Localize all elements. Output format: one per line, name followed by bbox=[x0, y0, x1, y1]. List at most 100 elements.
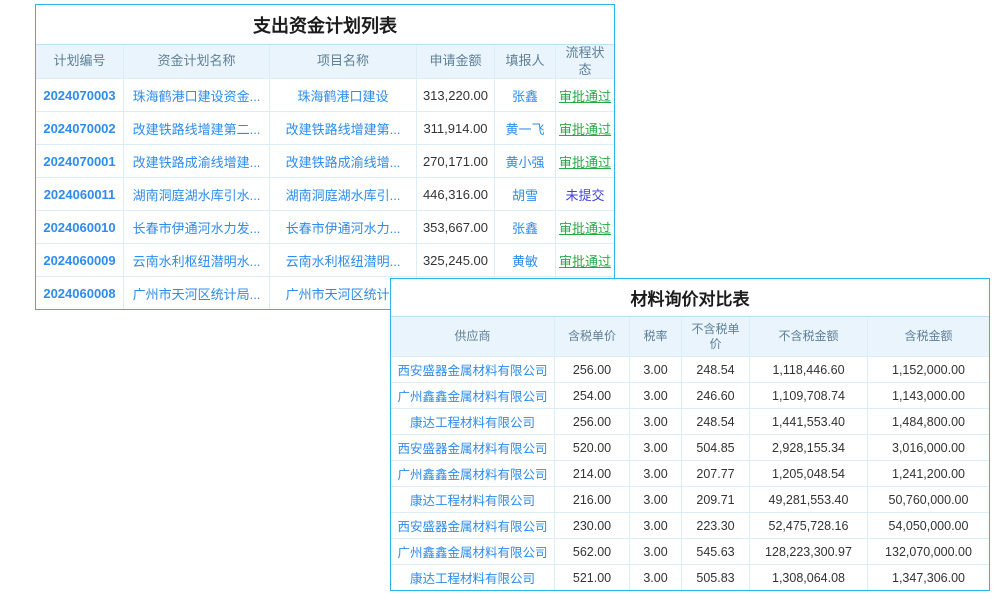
tax-rate: 3.00 bbox=[629, 434, 681, 460]
workflow-status[interactable]: 审批通过 bbox=[555, 210, 614, 243]
tax-excl-unit-price: 504.85 bbox=[681, 434, 749, 460]
plan-column-header: 流程状态 bbox=[555, 45, 614, 78]
request-amount: 270,171.00 bbox=[416, 144, 494, 177]
quote-column-header: 不含税单价 bbox=[681, 317, 749, 356]
tax-excl-amount: 52,475,728.16 bbox=[749, 512, 867, 538]
quote-column-header: 税率 bbox=[629, 317, 681, 356]
plan-id-link[interactable]: 2024060008 bbox=[36, 276, 123, 309]
tax-rate: 3.00 bbox=[629, 408, 681, 434]
tax-incl-amount: 50,760,000.00 bbox=[867, 486, 989, 512]
fund-plan-name[interactable]: 珠海鹤港口建设资金... bbox=[123, 78, 269, 111]
tax-excl-amount: 2,928,155.34 bbox=[749, 434, 867, 460]
project-name[interactable]: 改建铁路线增建第... bbox=[269, 111, 416, 144]
tax-excl-unit-price: 207.77 bbox=[681, 460, 749, 486]
reporter-name[interactable]: 黄小强 bbox=[494, 144, 555, 177]
supplier-name[interactable]: 康达工程材料有限公司 bbox=[391, 564, 554, 590]
tax-rate: 3.00 bbox=[629, 356, 681, 382]
fund-plan-name[interactable]: 广州市天河区统计局... bbox=[123, 276, 269, 309]
plan-column-header: 填报人 bbox=[494, 45, 555, 78]
tax-excl-unit-price: 248.54 bbox=[681, 408, 749, 434]
tax-excl-unit-price: 248.54 bbox=[681, 356, 749, 382]
supplier-name[interactable]: 广州鑫鑫金属材料有限公司 bbox=[391, 538, 554, 564]
tax-incl-amount: 132,070,000.00 bbox=[867, 538, 989, 564]
tax-incl-amount: 3,016,000.00 bbox=[867, 434, 989, 460]
quote-column-header: 不含税金额 bbox=[749, 317, 867, 356]
tax-excl-amount: 1,205,048.54 bbox=[749, 460, 867, 486]
supplier-name[interactable]: 广州鑫鑫金属材料有限公司 bbox=[391, 460, 554, 486]
plan-id-link[interactable]: 2024060010 bbox=[36, 210, 123, 243]
plan-id-link[interactable]: 2024060011 bbox=[36, 177, 123, 210]
tax-rate: 3.00 bbox=[629, 538, 681, 564]
reporter-name[interactable]: 胡雪 bbox=[494, 177, 555, 210]
project-name[interactable]: 长春市伊通河水力... bbox=[269, 210, 416, 243]
quote-column-header: 含税金额 bbox=[867, 317, 989, 356]
fund-plan-name[interactable]: 湖南洞庭湖水库引水... bbox=[123, 177, 269, 210]
plan-column-header: 计划编号 bbox=[36, 45, 123, 78]
tax-excl-unit-price: 209.71 bbox=[681, 486, 749, 512]
workflow-status[interactable]: 审批通过 bbox=[555, 111, 614, 144]
plan-id-link[interactable]: 2024060009 bbox=[36, 243, 123, 276]
tax-incl-amount: 1,152,000.00 bbox=[867, 356, 989, 382]
workflow-status[interactable]: 未提交 bbox=[555, 177, 614, 210]
quote-column-header: 含税单价 bbox=[554, 317, 629, 356]
tax-incl-unit-price: 520.00 bbox=[554, 434, 629, 460]
supplier-name[interactable]: 西安盛器金属材料有限公司 bbox=[391, 512, 554, 538]
supplier-name[interactable]: 康达工程材料有限公司 bbox=[391, 408, 554, 434]
material-inquiry-table-grid: 供应商含税单价税率不含税单价不含税金额含税金额西安盛器金属材料有限公司256.0… bbox=[391, 316, 989, 590]
plan-column-header: 项目名称 bbox=[269, 45, 416, 78]
tax-excl-amount: 1,118,446.60 bbox=[749, 356, 867, 382]
plan-column-header: 申请金额 bbox=[416, 45, 494, 78]
fund-plan-name[interactable]: 改建铁路成渝线增建... bbox=[123, 144, 269, 177]
reporter-name[interactable]: 黄敏 bbox=[494, 243, 555, 276]
tax-incl-unit-price: 230.00 bbox=[554, 512, 629, 538]
expenditure-plan-table-grid: 计划编号资金计划名称项目名称申请金额填报人流程状态2024070003珠海鹤港口… bbox=[36, 44, 614, 309]
tax-incl-unit-price: 521.00 bbox=[554, 564, 629, 590]
tax-excl-unit-price: 545.63 bbox=[681, 538, 749, 564]
supplier-name[interactable]: 康达工程材料有限公司 bbox=[391, 486, 554, 512]
tax-rate: 3.00 bbox=[629, 486, 681, 512]
request-amount: 446,316.00 bbox=[416, 177, 494, 210]
expenditure-plan-table: 支出资金计划列表 计划编号资金计划名称项目名称申请金额填报人流程状态202407… bbox=[35, 4, 615, 310]
tax-excl-unit-price: 246.60 bbox=[681, 382, 749, 408]
tax-excl-amount: 128,223,300.97 bbox=[749, 538, 867, 564]
tax-rate: 3.00 bbox=[629, 460, 681, 486]
fund-plan-name[interactable]: 云南水利枢纽潜明水... bbox=[123, 243, 269, 276]
plan-id-link[interactable]: 2024070001 bbox=[36, 144, 123, 177]
tax-incl-amount: 1,143,000.00 bbox=[867, 382, 989, 408]
project-name[interactable]: 珠海鹤港口建设 bbox=[269, 78, 416, 111]
workflow-status[interactable]: 审批通过 bbox=[555, 144, 614, 177]
tax-incl-unit-price: 214.00 bbox=[554, 460, 629, 486]
tax-incl-amount: 1,347,306.00 bbox=[867, 564, 989, 590]
fund-plan-name[interactable]: 长春市伊通河水力发... bbox=[123, 210, 269, 243]
tax-rate: 3.00 bbox=[629, 564, 681, 590]
request-amount: 313,220.00 bbox=[416, 78, 494, 111]
supplier-name[interactable]: 西安盛器金属材料有限公司 bbox=[391, 434, 554, 460]
tax-incl-unit-price: 256.00 bbox=[554, 356, 629, 382]
plan-id-link[interactable]: 2024070002 bbox=[36, 111, 123, 144]
reporter-name[interactable]: 张鑫 bbox=[494, 78, 555, 111]
project-name[interactable]: 湖南洞庭湖水库引... bbox=[269, 177, 416, 210]
request-amount: 325,245.00 bbox=[416, 243, 494, 276]
tax-incl-unit-price: 562.00 bbox=[554, 538, 629, 564]
project-name[interactable]: 改建铁路成渝线增... bbox=[269, 144, 416, 177]
supplier-name[interactable]: 西安盛器金属材料有限公司 bbox=[391, 356, 554, 382]
material-inquiry-table: 材料询价对比表 供应商含税单价税率不含税单价不含税金额含税金额西安盛器金属材料有… bbox=[390, 278, 990, 591]
plan-column-header: 资金计划名称 bbox=[123, 45, 269, 78]
tax-incl-amount: 1,241,200.00 bbox=[867, 460, 989, 486]
supplier-name[interactable]: 广州鑫鑫金属材料有限公司 bbox=[391, 382, 554, 408]
project-name[interactable]: 云南水利枢纽潜明... bbox=[269, 243, 416, 276]
tax-excl-unit-price: 505.83 bbox=[681, 564, 749, 590]
tax-rate: 3.00 bbox=[629, 382, 681, 408]
workflow-status[interactable]: 审批通过 bbox=[555, 78, 614, 111]
fund-plan-name[interactable]: 改建铁路线增建第二... bbox=[123, 111, 269, 144]
tax-excl-amount: 1,441,553.40 bbox=[749, 408, 867, 434]
tax-rate: 3.00 bbox=[629, 512, 681, 538]
plan-id-link[interactable]: 2024070003 bbox=[36, 78, 123, 111]
tax-excl-amount: 1,308,064.08 bbox=[749, 564, 867, 590]
workflow-status[interactable]: 审批通过 bbox=[555, 243, 614, 276]
tax-excl-amount: 49,281,553.40 bbox=[749, 486, 867, 512]
request-amount: 311,914.00 bbox=[416, 111, 494, 144]
quote-column-header: 供应商 bbox=[391, 317, 554, 356]
reporter-name[interactable]: 黄一飞 bbox=[494, 111, 555, 144]
reporter-name[interactable]: 张鑫 bbox=[494, 210, 555, 243]
